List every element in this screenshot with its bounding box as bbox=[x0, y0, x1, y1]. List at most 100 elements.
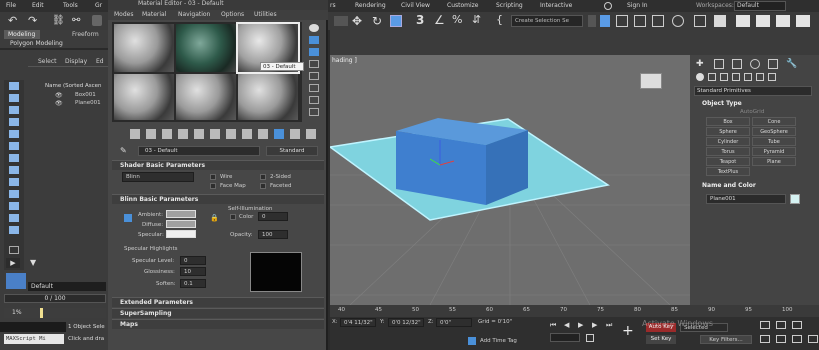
play-icon[interactable]: ▶ bbox=[578, 321, 583, 329]
select-by-material-icon[interactable] bbox=[309, 108, 319, 116]
filter-none-icon[interactable] bbox=[9, 246, 19, 254]
sample-slot[interactable] bbox=[176, 74, 236, 120]
y-coordinate-field[interactable]: 0'0 12/32" bbox=[388, 318, 424, 327]
me-menu-options[interactable]: Options bbox=[221, 11, 244, 18]
filter-shapes-icon[interactable] bbox=[9, 94, 19, 102]
shader-rollout-header[interactable]: Shader Basic Parameters bbox=[112, 160, 324, 170]
menu-civil-view[interactable]: Civil View bbox=[401, 2, 430, 9]
filter-cameras-icon[interactable] bbox=[9, 118, 19, 126]
shapes-icon[interactable] bbox=[708, 73, 716, 81]
sample-type-icon[interactable] bbox=[309, 24, 319, 32]
eye-icon[interactable]: 👁 bbox=[55, 92, 63, 99]
reset-map-icon[interactable] bbox=[178, 129, 188, 139]
menu-file[interactable]: File bbox=[6, 2, 16, 9]
rotate-icon[interactable]: ↻ bbox=[372, 14, 382, 28]
category-dropdown[interactable]: Standard Primitives bbox=[694, 86, 812, 96]
rendered-frame-window-icon[interactable] bbox=[756, 15, 770, 27]
next-frame-icon[interactable]: ▶ bbox=[592, 321, 597, 329]
filter-bones-icon[interactable] bbox=[9, 178, 19, 186]
put-material-icon[interactable] bbox=[146, 129, 156, 139]
filter-hidden-icon[interactable] bbox=[9, 214, 19, 222]
explorer-tab-select[interactable]: Select bbox=[38, 58, 57, 65]
ribbon-tab-modeling[interactable]: Modeling bbox=[4, 30, 40, 39]
ribbon-tab-freeform[interactable]: Freeform bbox=[72, 30, 99, 39]
angle-snap-icon[interactable]: ∠ bbox=[434, 13, 445, 27]
eye-icon[interactable]: 👁 bbox=[55, 100, 63, 107]
self-illum-value[interactable]: 0 bbox=[258, 212, 288, 221]
z-coordinate-field[interactable]: 0'0" bbox=[436, 318, 472, 327]
play-triangle-icon[interactable]: ▶ bbox=[6, 258, 20, 268]
scene-item-plane[interactable]: Plane001 bbox=[75, 100, 101, 106]
layers-icon[interactable] bbox=[616, 15, 628, 27]
mirror-icon[interactable] bbox=[588, 15, 596, 27]
assign-material-icon[interactable] bbox=[162, 129, 172, 139]
get-material-icon[interactable] bbox=[130, 129, 140, 139]
orbit-icon[interactable] bbox=[792, 335, 802, 343]
perspective-viewport[interactable]: hading ] bbox=[330, 55, 690, 305]
maps-rollout-header[interactable]: Maps bbox=[112, 319, 324, 329]
time-config-icon[interactable] bbox=[586, 334, 594, 342]
geosphere-button[interactable]: GeoSphere bbox=[752, 127, 796, 136]
scale-icon[interactable] bbox=[390, 15, 402, 27]
schematic-view-icon[interactable] bbox=[694, 15, 706, 27]
snap-3d-icon[interactable]: 3 bbox=[416, 13, 424, 27]
textplus-button[interactable]: TextPlus bbox=[706, 167, 750, 176]
time-slider-handle[interactable] bbox=[40, 308, 43, 318]
blinn-rollout-header[interactable]: Blinn Basic Parameters bbox=[112, 194, 324, 204]
filter-spacewarps-icon[interactable] bbox=[9, 142, 19, 150]
go-end-icon[interactable]: ⏭ bbox=[606, 321, 612, 330]
filter-groups-icon[interactable] bbox=[9, 154, 19, 162]
material-type-button[interactable]: Standard bbox=[266, 146, 318, 156]
supersampling-rollout-header[interactable]: SuperSampling bbox=[112, 308, 324, 318]
modify-tab-icon[interactable] bbox=[714, 59, 724, 69]
material-name-field[interactable]: 03 - Default bbox=[138, 146, 260, 156]
menu-tools[interactable]: Tools bbox=[63, 2, 78, 9]
zoom-extents-icon[interactable] bbox=[792, 321, 802, 329]
ambient-color-swatch[interactable] bbox=[166, 210, 196, 218]
specular-color-swatch[interactable] bbox=[166, 230, 196, 238]
explorer-tab-display[interactable]: Display bbox=[65, 58, 87, 65]
selection-filter-icon[interactable] bbox=[334, 16, 348, 26]
copy-material-icon[interactable] bbox=[194, 129, 204, 139]
me-menu-material[interactable]: Material bbox=[142, 11, 166, 18]
video-color-check-icon[interactable] bbox=[309, 72, 319, 80]
frame-field[interactable] bbox=[550, 333, 580, 342]
face-map-checkbox[interactable] bbox=[210, 183, 216, 189]
two-sided-checkbox[interactable] bbox=[260, 174, 266, 180]
filter-helpers-icon[interactable] bbox=[9, 130, 19, 138]
me-menu-modes[interactable]: Modes bbox=[114, 11, 133, 18]
sign-in-link[interactable]: Sign In bbox=[627, 2, 648, 9]
hierarchy-tab-icon[interactable] bbox=[732, 59, 742, 69]
filter-lights-icon[interactable] bbox=[9, 106, 19, 114]
utilities-tab-icon[interactable]: 🔧 bbox=[786, 59, 797, 69]
time-tag-icon[interactable] bbox=[468, 337, 476, 345]
teapot-button[interactable]: Teapot bbox=[706, 157, 750, 166]
box-button[interactable]: Box bbox=[706, 117, 750, 126]
display-tab-icon[interactable] bbox=[768, 59, 778, 69]
explorer-tab-edit[interactable]: Ed bbox=[96, 58, 104, 65]
pyramid-button[interactable]: Pyramid bbox=[752, 147, 796, 156]
menu-modifiers[interactable]: rs bbox=[330, 2, 336, 9]
specular-level-value[interactable]: 0 bbox=[180, 256, 206, 265]
render-production-icon[interactable] bbox=[776, 15, 790, 27]
spacewarps-icon[interactable] bbox=[756, 73, 764, 81]
filter-all-icon[interactable] bbox=[9, 226, 19, 234]
menu-scripting[interactable]: Scripting bbox=[496, 2, 523, 9]
link-icon[interactable]: ⛓ bbox=[52, 15, 65, 27]
workspaces-dropdown[interactable]: Default bbox=[734, 1, 786, 11]
object-type-header[interactable]: Object Type bbox=[694, 99, 812, 109]
object-name-field[interactable]: Plane001 bbox=[706, 194, 786, 204]
set-key-button[interactable]: Set Key bbox=[646, 335, 676, 344]
funnel-icon[interactable]: ▼ bbox=[30, 258, 38, 268]
selection-set-input[interactable]: Create Selection Se bbox=[511, 15, 583, 27]
graphite-toolbar-icon[interactable] bbox=[652, 15, 664, 27]
name-color-header[interactable]: Name and Color bbox=[694, 181, 812, 191]
percent-snap-icon[interactable]: % bbox=[452, 13, 462, 26]
scene-item-box[interactable]: Box001 bbox=[75, 92, 96, 98]
filter-containers-icon[interactable] bbox=[9, 190, 19, 198]
extended-rollout-header[interactable]: Extended Parameters bbox=[112, 297, 324, 307]
sample-slot[interactable] bbox=[238, 74, 298, 120]
material-id-icon[interactable] bbox=[242, 129, 252, 139]
cameras-icon[interactable] bbox=[732, 73, 740, 81]
eyedropper-icon[interactable]: ✎ bbox=[120, 146, 127, 155]
